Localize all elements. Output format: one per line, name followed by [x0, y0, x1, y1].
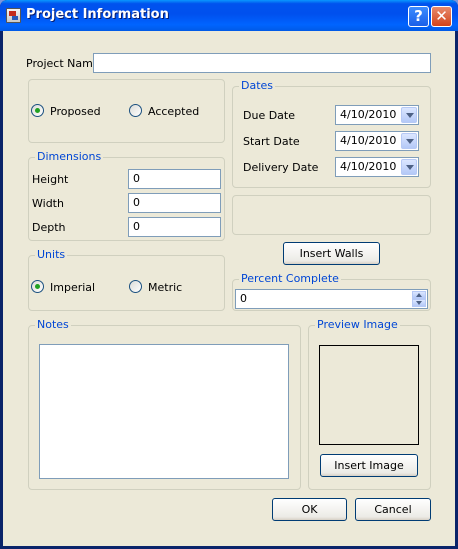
due-date-value: 4/10/2010 [340, 108, 397, 121]
percent-complete-value: 0 [240, 292, 247, 305]
chevron-down-icon[interactable] [401, 133, 417, 149]
proposed-label[interactable]: Proposed [50, 105, 101, 118]
spin-up-icon[interactable] [412, 291, 426, 299]
percent-complete-spinner[interactable]: 0 [235, 289, 428, 309]
dates-group-title: Dates [239, 79, 276, 92]
delivery-date-picker[interactable]: 4/10/2010 [335, 157, 419, 177]
height-label: Height [32, 173, 69, 186]
accepted-label[interactable]: Accepted [148, 105, 199, 118]
start-date-value: 4/10/2010 [340, 134, 397, 147]
percent-complete-title: Percent Complete [239, 272, 341, 285]
preview-image-title: Preview Image [315, 318, 400, 331]
start-date-label: Start Date [243, 135, 300, 148]
cancel-button[interactable]: Cancel [355, 498, 431, 521]
app-icon[interactable] [6, 8, 21, 23]
imperial-label[interactable]: Imperial [50, 281, 95, 294]
height-input[interactable]: 0 [128, 169, 221, 189]
depth-label: Depth [32, 221, 66, 234]
due-date-label: Due Date [243, 109, 295, 122]
units-group-title: Units [35, 248, 68, 261]
project-name-label: Project Name [26, 57, 100, 70]
due-date-picker[interactable]: 4/10/2010 [335, 105, 419, 125]
notes-group-title: Notes [35, 318, 71, 331]
width-input[interactable]: 0 [128, 193, 221, 213]
depth-input[interactable]: 0 [128, 217, 221, 237]
accepted-radio[interactable] [129, 104, 142, 117]
metric-radio[interactable] [129, 280, 142, 293]
chevron-down-icon[interactable] [401, 159, 417, 175]
project-name-input[interactable] [93, 53, 431, 73]
preview-image-box [319, 345, 419, 445]
ok-button[interactable]: OK [272, 498, 347, 521]
walls-panel [232, 195, 431, 235]
help-icon[interactable]: ? [408, 6, 429, 27]
chevron-down-icon[interactable] [401, 107, 417, 123]
proposed-radio[interactable] [31, 104, 44, 117]
notes-textarea[interactable] [39, 344, 289, 479]
metric-label[interactable]: Metric [148, 281, 182, 294]
delivery-date-label: Delivery Date [243, 161, 319, 174]
close-icon[interactable]: ✕ [431, 6, 452, 27]
dimensions-group-title: Dimensions [35, 150, 104, 163]
insert-walls-button[interactable]: Insert Walls [283, 242, 380, 265]
title-bar[interactable]: Project Information ? ✕ [0, 0, 458, 31]
insert-image-button[interactable]: Insert Image [320, 454, 418, 477]
start-date-picker[interactable]: 4/10/2010 [335, 131, 419, 151]
width-label: Width [32, 197, 64, 210]
spin-down-icon[interactable] [412, 299, 426, 307]
delivery-date-value: 4/10/2010 [340, 160, 397, 173]
window-title: Project Information [26, 7, 169, 22]
imperial-radio[interactable] [31, 280, 44, 293]
